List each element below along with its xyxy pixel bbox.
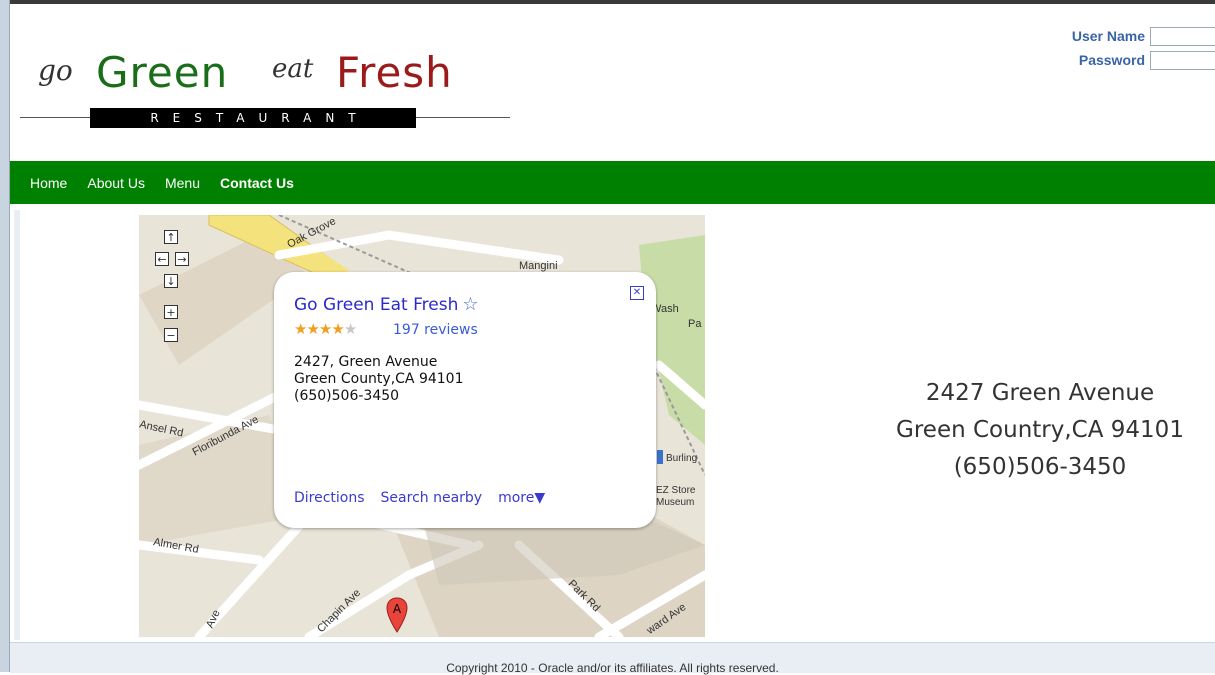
directions-link[interactable]: Directions	[294, 490, 365, 506]
contact-city: Green Country,CA 94101	[896, 417, 1184, 443]
nav-contact-us[interactable]: Contact Us	[220, 175, 294, 191]
content-left-border	[14, 210, 20, 640]
info-address-line1: 2427, Green Avenue	[294, 354, 438, 370]
info-title[interactable]: Go Green Eat Fresh ☆	[294, 294, 478, 315]
star-filled-icon: ★	[294, 320, 307, 338]
label-ez-store: EZ Store	[656, 485, 696, 496]
window-left-border	[0, 0, 10, 672]
contact-street: 2427 Green Avenue	[925, 380, 1155, 406]
nav-menu[interactable]: Menu	[165, 175, 200, 191]
footer: Copyright 2010 - Oracle and/or its affil…	[10, 642, 1215, 675]
label-pa: Pa	[688, 318, 702, 330]
more-link[interactable]: more▼	[498, 490, 545, 506]
main-nav: Home About Us Menu Contact Us	[10, 161, 1215, 204]
star-filled-icon: ★	[318, 320, 332, 338]
info-phone: (650)506-3450	[294, 388, 400, 404]
zoom-in-icon[interactable]: +	[164, 305, 178, 319]
info-address: 2427, Green Avenue Green County,CA 94101…	[294, 354, 464, 405]
rating-stars: ★★★★★	[294, 320, 357, 338]
pan-right-icon[interactable]: →	[175, 252, 189, 266]
pan-down-icon[interactable]: ↓	[164, 274, 178, 288]
reviews-link[interactable]: 197 reviews	[393, 322, 478, 338]
logo-tagline: RESTAURANT	[90, 108, 416, 128]
nav-about-us[interactable]: About Us	[87, 175, 145, 191]
password-row: Password	[1072, 49, 1215, 71]
logo-green: Green	[96, 48, 229, 97]
username-input[interactable]	[1150, 26, 1215, 46]
contact-address: 2427 Green Avenue Green Country,CA 94101…	[870, 375, 1210, 486]
star-outline-icon[interactable]: ☆	[462, 294, 478, 315]
restaurant-logo: go Green eat Fresh RESTAURANT	[20, 44, 510, 134]
star-filled-icon: ★	[331, 320, 344, 338]
login-form: User Name Password	[1072, 25, 1215, 73]
zoom-out-icon[interactable]: −	[164, 328, 178, 342]
window-top-border	[0, 0, 1215, 4]
info-address-line2: Green County,CA 94101	[294, 371, 464, 387]
pan-up-icon[interactable]: ↑	[164, 230, 178, 244]
logo-fresh: Fresh	[336, 48, 453, 97]
username-label: User Name	[1071, 28, 1145, 44]
close-icon[interactable]: ✕	[630, 286, 644, 300]
road-mangini: Mangini	[519, 260, 558, 272]
password-label: Password	[1078, 52, 1145, 68]
username-row: User Name	[1072, 25, 1215, 47]
info-links: Directions Search nearby more▼	[294, 490, 545, 506]
logo-go: go	[38, 54, 73, 87]
star-filled-icon: ★	[306, 320, 319, 338]
copyright-text: Copyright 2010 - Oracle and/or its affil…	[446, 661, 779, 675]
label-museum: Museum	[656, 497, 695, 508]
contact-phone: (650)506-3450	[953, 454, 1127, 480]
info-title-text[interactable]: Go Green Eat Fresh	[294, 295, 458, 315]
password-input[interactable]	[1150, 50, 1215, 70]
pan-left-icon[interactable]: ←	[155, 252, 169, 266]
logo-eat: eat	[272, 54, 314, 84]
star-empty-icon: ★	[343, 320, 357, 338]
marker-label: A	[393, 602, 402, 616]
search-nearby-link[interactable]: Search nearby	[381, 490, 483, 506]
info-window: Go Green Eat Fresh ☆ ★★★★★ 197 reviews 24…	[274, 272, 656, 528]
label-burling: Burling	[666, 453, 698, 464]
map-marker-icon[interactable]: A	[386, 597, 408, 633]
nav-home[interactable]: Home	[30, 175, 67, 191]
